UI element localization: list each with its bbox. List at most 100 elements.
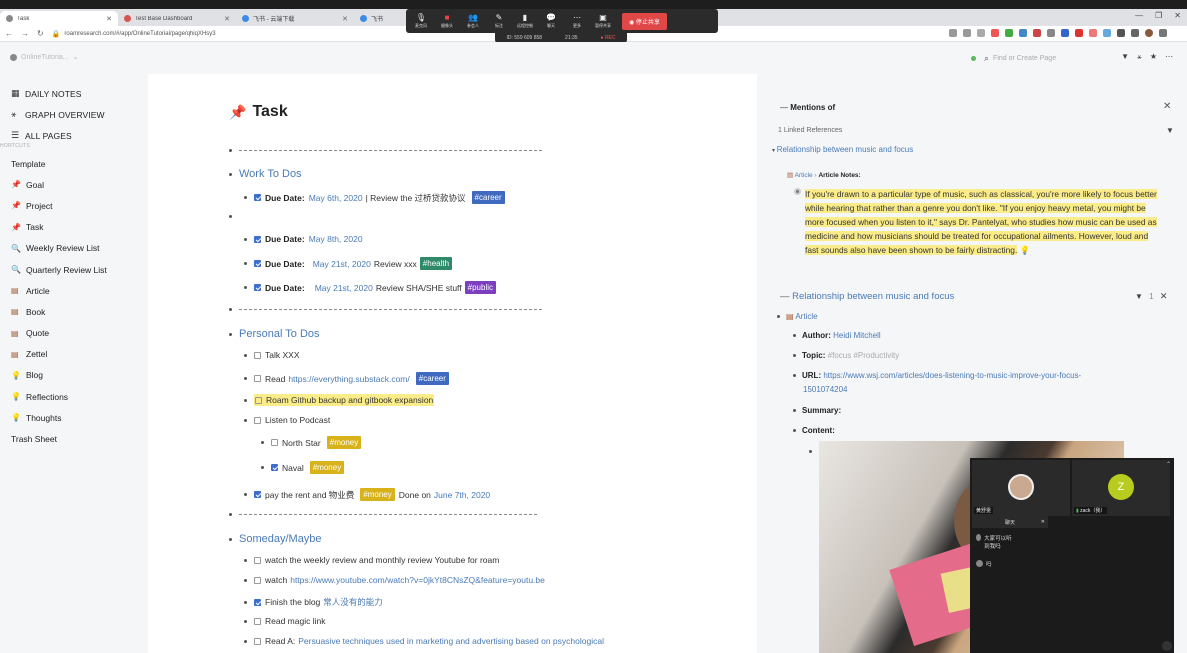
sidebar-item-trash-sheet[interactable]: Trash Sheet (11, 428, 148, 449)
todo-checkbox[interactable] (254, 375, 261, 382)
menu-icon[interactable] (1159, 29, 1167, 37)
ext-icon[interactable] (1117, 29, 1125, 37)
substack-link[interactable]: https://everything.substack.com/ (288, 374, 409, 384)
bullet-icon[interactable] (244, 418, 247, 422)
minimize-button[interactable]: — (1135, 11, 1143, 20)
empty-block[interactable] (229, 215, 239, 218)
bullet-icon[interactable] (229, 308, 232, 311)
camera-button[interactable]: ■ 摄像头 (436, 13, 458, 29)
pause-share-button[interactable]: ▣ 暂停共享 (592, 13, 614, 29)
todo-checkbox[interactable] (254, 491, 261, 498)
someday-heading[interactable]: Someday/Maybe (239, 533, 322, 545)
todo-checkbox[interactable] (254, 617, 261, 625)
author-block[interactable]: Author: Heidi Mitchell (793, 331, 881, 340)
bullet-icon[interactable] (244, 262, 247, 265)
someday-item[interactable]: watch https://www.youtube.com/watch?v=0j… (244, 575, 548, 585)
bullet-icon[interactable] (261, 466, 264, 469)
mentions-header[interactable]: — Mentions of (780, 103, 835, 112)
todo-checkbox[interactable] (254, 351, 261, 359)
personal-item[interactable]: Listen to Podcast (244, 415, 330, 425)
tag-health[interactable]: #health (419, 257, 453, 270)
collapse-icon[interactable]: — (780, 103, 790, 112)
ext-icon[interactable] (991, 29, 999, 37)
image-bullet[interactable] (809, 446, 819, 455)
remote-control-button[interactable]: ▮ 远程控制 (514, 13, 536, 29)
someday-heading-block[interactable]: Someday/Maybe (229, 533, 322, 545)
todo-checkbox[interactable] (255, 396, 262, 404)
youtube-link[interactable]: https://www.youtube.com/watch?v=0jkYt8CN… (290, 575, 545, 585)
tag-money[interactable]: #money (326, 436, 362, 449)
personal-heading[interactable]: Personal To Dos (239, 328, 320, 340)
work-item[interactable]: Due Date: May 21st, 2020 Review xxx #hea… (244, 257, 453, 270)
work-item[interactable]: Due Date: May 8th, 2020 (244, 234, 366, 244)
sidebar-item-weekly-review-list[interactable]: 🔍 Weekly Review List (11, 238, 148, 259)
personal-item[interactable]: Roam Github backup and gitbook expansion (244, 394, 435, 406)
sidebar-item-article[interactable]: ▤ Article (11, 280, 148, 301)
bullet-icon[interactable] (229, 149, 232, 152)
database-selector[interactable]: OnlineTutoria... ⌄ (10, 53, 78, 61)
self-tile[interactable]: Z ▮ zack（我） (1072, 460, 1170, 516)
todo-checkbox[interactable] (254, 194, 261, 201)
reload-icon[interactable]: ↻ (37, 29, 44, 38)
sidebar-item-book[interactable]: ▤ Book (11, 301, 148, 322)
url-block[interactable]: URL: https://www.wsj.com/articles/does-l… (793, 371, 1081, 380)
sidebar-item-blog[interactable]: 💡 Blog (11, 365, 148, 386)
more-icon[interactable]: ⋯ (1165, 52, 1173, 62)
podcast-item[interactable]: Naval #money (261, 461, 345, 474)
bullet-icon[interactable] (229, 332, 232, 336)
profile-avatar-icon[interactable] (1145, 29, 1153, 37)
filter-icon[interactable]: ▼ (1121, 52, 1129, 62)
work-item[interactable]: Due Date: May 21st, 2020 Review SHA/SHE … (244, 281, 496, 294)
collapse-video-icon[interactable]: ⌃ (1166, 461, 1171, 468)
sidebar-item-zettel[interactable]: ▤ Zettel (11, 344, 148, 365)
sidebar-item-daily-notes[interactable]: ▦ DAILY NOTES (11, 83, 148, 104)
maximize-button[interactable]: ❐ (1155, 11, 1162, 20)
someday-item[interactable]: watch the weekly review and monthly revi… (244, 555, 499, 565)
bullet-icon[interactable] (244, 286, 247, 289)
bullet-icon[interactable] (261, 441, 264, 444)
summary-block[interactable]: Summary: (793, 406, 841, 415)
tag-career[interactable]: #career (415, 372, 449, 385)
article-block[interactable]: ▤ Article (777, 312, 818, 321)
ext-icon[interactable] (1061, 29, 1069, 37)
bullet-icon[interactable] (793, 354, 796, 358)
ext-icon[interactable] (1047, 29, 1055, 37)
search-input[interactable]: ⌕ Find or Create Page (984, 51, 1102, 65)
sidebar-item-task[interactable]: 📌 Task (11, 217, 148, 238)
referenced-quote-block[interactable]: If you're drawn to a particular type of … (805, 187, 1158, 257)
ext-icon[interactable] (1005, 29, 1013, 37)
bullet-icon[interactable] (794, 188, 801, 195)
mic-button[interactable]: 🎙 麦克风 (410, 13, 432, 29)
bullet-icon[interactable] (244, 619, 247, 623)
sidebar-page-header[interactable]: — Relationship between music and focus (780, 291, 954, 302)
personal-heading-block[interactable]: Personal To Dos (229, 328, 320, 340)
ext-icon[interactable] (1103, 29, 1111, 37)
tag-public[interactable]: #public (464, 281, 496, 294)
bullet-icon[interactable] (793, 374, 796, 378)
todo-checkbox[interactable] (254, 576, 261, 584)
bullet-icon[interactable] (229, 172, 232, 176)
close-tab-icon[interactable]: ✕ (106, 15, 112, 23)
filter-icon[interactable]: ▼ (1166, 126, 1174, 135)
someday-item[interactable]: Finish the blog 常人没有的能力 (244, 596, 386, 608)
tab-feishu-download[interactable]: 飞书 - 云端下载 ✕ (236, 11, 354, 26)
todo-checkbox[interactable] (271, 464, 278, 471)
close-tab-icon[interactable]: ✕ (342, 15, 348, 23)
todo-checkbox[interactable] (254, 416, 261, 424)
sidebar-item-quote[interactable]: ▤ Quote (11, 323, 148, 344)
sidebar-item-graph-overview[interactable]: ⚹ GRAPH OVERVIEW (11, 104, 148, 125)
bullet-icon[interactable] (793, 429, 796, 433)
meeting-id[interactable]: ID: 559 609 858 (506, 35, 542, 41)
annotate-button[interactable]: ✎ 标注 (488, 13, 510, 29)
todo-checkbox[interactable] (254, 284, 261, 291)
work-heading-block[interactable]: Work To Dos (229, 168, 302, 180)
sidebar-item-project[interactable]: 📌 Project (11, 195, 148, 216)
bullet-icon[interactable] (793, 409, 796, 413)
content-block[interactable]: Content: (793, 426, 835, 435)
chat-button[interactable]: 💬 聊天 (540, 13, 562, 29)
personal-item[interactable]: Read https://everything.substack.com/ #c… (244, 372, 449, 385)
personal-item[interactable]: pay the rent and 物业费 #money Done on June… (244, 488, 493, 501)
collapse-icon[interactable]: — (780, 291, 792, 302)
sidebar-item-quarterly-review-list[interactable]: 🔍 Quarterly Review List (11, 259, 148, 280)
bullet-icon[interactable] (244, 353, 247, 357)
